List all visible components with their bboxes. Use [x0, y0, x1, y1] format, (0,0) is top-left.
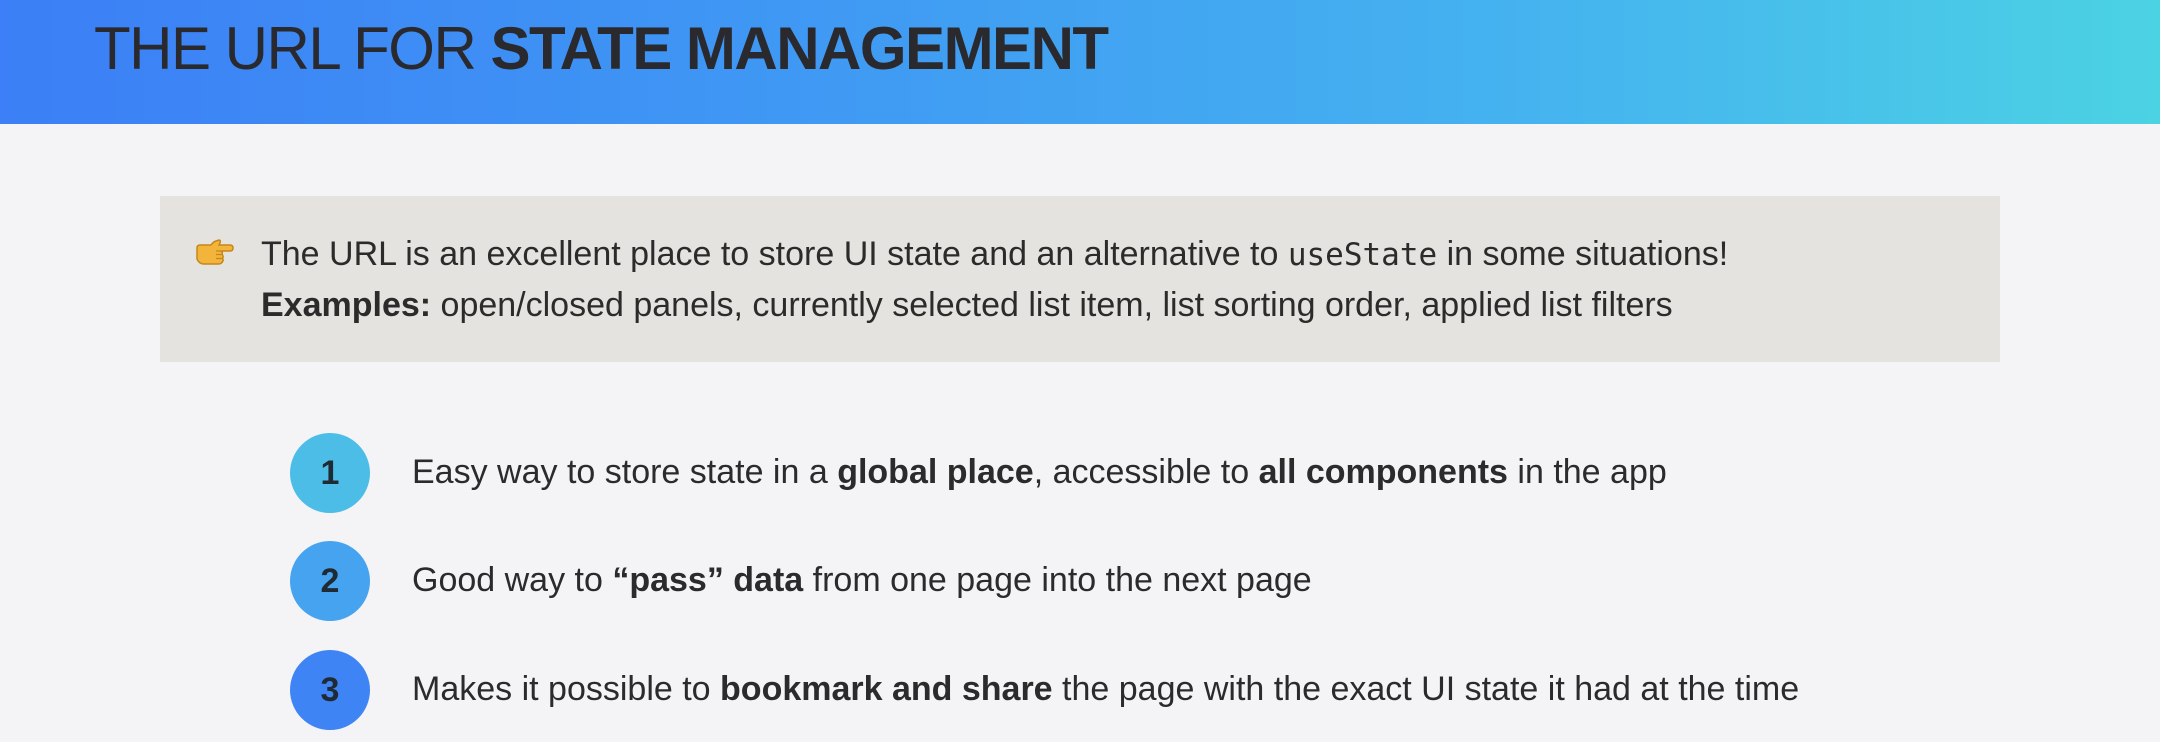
callout-text: in some situations!	[1437, 235, 1729, 273]
number-badge: 2	[290, 541, 370, 621]
bold-segment: all components	[1258, 453, 1508, 491]
text-segment: from one page into the next page	[803, 561, 1312, 599]
text-segment: Makes it possible to	[412, 670, 721, 708]
list-item-text: Good way to “pass” data from one page in…	[412, 559, 1312, 601]
pointing-hand-icon	[196, 239, 234, 265]
callout-line-2: Examples: open/closed panels, currently …	[261, 284, 1673, 326]
title-light-part: THE URL FOR	[94, 15, 491, 82]
list-item-text: Easy way to store state in a global plac…	[412, 451, 1667, 493]
bold-segment: bookmark and share	[720, 670, 1053, 708]
text-segment: Good way to	[412, 561, 613, 599]
title-bold-part: STATE MANAGEMENT	[490, 15, 1109, 82]
examples-label: Examples:	[261, 286, 432, 324]
header-banner: THE URL FOR STATE MANAGEMENT	[0, 0, 2160, 124]
text-segment: , accessible to	[1033, 453, 1259, 491]
code-usestate: useState	[1287, 237, 1438, 273]
number-badge: 3	[290, 650, 370, 730]
bold-segment: “pass” data	[612, 561, 804, 599]
callout-line-1: The URL is an excellent place to store U…	[261, 233, 1728, 276]
callout-box: The URL is an excellent place to store U…	[160, 196, 2000, 362]
bold-segment: global place	[837, 453, 1034, 491]
list-item: 1 Easy way to store state in a global pl…	[290, 433, 2050, 513]
list-item: 2 Good way to “pass” data from one page …	[290, 541, 2050, 621]
text-segment: Easy way to store state in a	[412, 453, 838, 491]
list-item-text: Makes it possible to bookmark and share …	[412, 668, 1799, 710]
callout-text: The URL is an excellent place to store U…	[261, 235, 1288, 273]
page-title: THE URL FOR STATE MANAGEMENT	[94, 19, 1109, 79]
examples-text: open/closed panels, currently selected l…	[431, 286, 1673, 324]
number-badge: 1	[290, 433, 370, 513]
list-item: 3 Makes it possible to bookmark and shar…	[290, 650, 2050, 730]
text-segment: in the app	[1507, 453, 1667, 491]
text-segment: the page with the exact UI state it had …	[1052, 670, 1800, 708]
